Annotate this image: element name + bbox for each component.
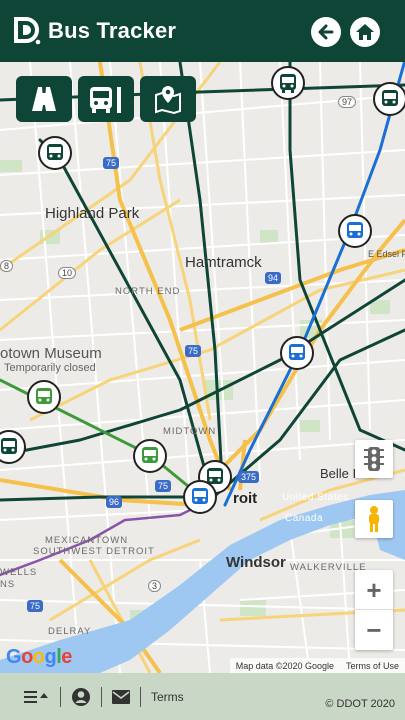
app-footer: Terms <box>0 673 405 720</box>
shield-i96: 96 <box>106 496 123 508</box>
map-view[interactable]: Highland Park Hamtramck NORTH END otown … <box>0 62 405 673</box>
shield-i375: 375 <box>238 471 260 483</box>
street-view-pegman[interactable] <box>355 500 393 538</box>
map-pin-icon <box>155 86 181 115</box>
terms-link[interactable]: Terms <box>141 687 194 707</box>
label-belle-isle: Belle I <box>320 466 357 481</box>
label-windsor: Windsor <box>226 554 286 571</box>
route-mode-button[interactable] <box>16 76 72 122</box>
menu-button[interactable] <box>14 686 61 707</box>
shield-i75: 75 <box>103 157 120 169</box>
pegman-icon <box>369 506 379 532</box>
bus-stop-icon <box>90 87 121 113</box>
map-mode-button[interactable] <box>140 76 196 122</box>
map-terms-link[interactable]: Terms of Use <box>346 661 399 671</box>
zoom-control: + − <box>355 570 393 650</box>
label-southwest-detroit: SOUTHWEST DETROIT <box>33 546 155 557</box>
zoom-in-button[interactable]: + <box>355 570 393 610</box>
mail-icon <box>112 689 130 704</box>
bus-marker[interactable] <box>271 66 305 100</box>
home-icon <box>356 24 374 40</box>
bus-marker[interactable] <box>338 214 372 248</box>
shield-route-3: 3 <box>148 580 162 592</box>
google-logo: Google <box>6 646 72 668</box>
bus-marker[interactable] <box>133 439 167 473</box>
zoom-in-icon: + <box>366 574 382 605</box>
back-button[interactable] <box>311 17 341 47</box>
label-detroit: roit <box>233 490 258 507</box>
bus-icon <box>142 447 158 463</box>
shield-i75: 75 <box>185 345 202 357</box>
map-attribution: Map data ©2020 Google Terms of Use <box>229 658 405 673</box>
label-mexicantown: MEXICANTOWN <box>45 535 129 546</box>
label-edsel-ford: E Edsel F <box>368 249 405 259</box>
bus-icon <box>36 388 52 404</box>
app-title: Bus Tracker <box>48 18 177 43</box>
bus-icon <box>289 344 305 360</box>
copyright: © DDOT 2020 <box>325 698 395 710</box>
traffic-light-icon <box>364 447 384 471</box>
label-highland-park: Highland Park <box>45 205 140 222</box>
label-hamtramck: Hamtramck <box>185 254 262 271</box>
contact-button[interactable] <box>102 686 141 707</box>
bus-marker[interactable] <box>280 336 314 370</box>
label-delray: DELRAY <box>48 626 92 637</box>
bus-icon <box>382 90 398 106</box>
shield-route-97: 97 <box>338 96 357 108</box>
bus-icon <box>192 488 208 504</box>
shield-i94: 94 <box>265 272 282 284</box>
shield-route-8: 8 <box>0 260 14 272</box>
back-arrow-icon <box>318 24 334 40</box>
terms-label: Terms <box>151 689 184 704</box>
shield-i75: 75 <box>27 600 44 612</box>
ddot-logo-icon <box>14 17 41 45</box>
bus-icon <box>280 74 296 93</box>
shield-route-10: 10 <box>58 267 77 279</box>
bus-marker[interactable] <box>373 82 405 116</box>
app-header: Bus Tracker <box>0 0 405 62</box>
zoom-out-button[interactable]: − <box>355 610 393 650</box>
zoom-out-icon: − <box>366 615 382 645</box>
label-north-end: NORTH END <box>115 286 181 297</box>
label-midtown: MIDTOWN <box>163 426 217 437</box>
label-wells: WELLS <box>0 567 38 578</box>
home-button[interactable] <box>350 17 380 47</box>
bus-marker[interactable] <box>183 480 217 514</box>
bus-marker[interactable] <box>27 380 61 414</box>
menu-icon <box>24 690 48 703</box>
label-ns: NS <box>0 579 16 590</box>
bus-marker[interactable] <box>38 136 72 170</box>
bus-icon <box>1 438 17 454</box>
label-united-states: United States <box>282 492 349 503</box>
label-museum-status: Temporarily closed <box>4 362 96 374</box>
map-data-credit: Map data ©2020 Google <box>235 660 334 671</box>
shield-i75: 75 <box>155 480 172 492</box>
road-icon <box>32 87 56 111</box>
account-icon <box>72 687 90 706</box>
label-museum: otown Museum <box>0 345 102 362</box>
label-canada: Canada <box>285 513 324 524</box>
bus-stop-mode-button[interactable] <box>78 76 134 122</box>
bus-icon <box>347 222 363 238</box>
account-button[interactable] <box>61 686 102 707</box>
traffic-layer-button[interactable] <box>355 440 393 478</box>
bus-icon <box>47 144 63 160</box>
